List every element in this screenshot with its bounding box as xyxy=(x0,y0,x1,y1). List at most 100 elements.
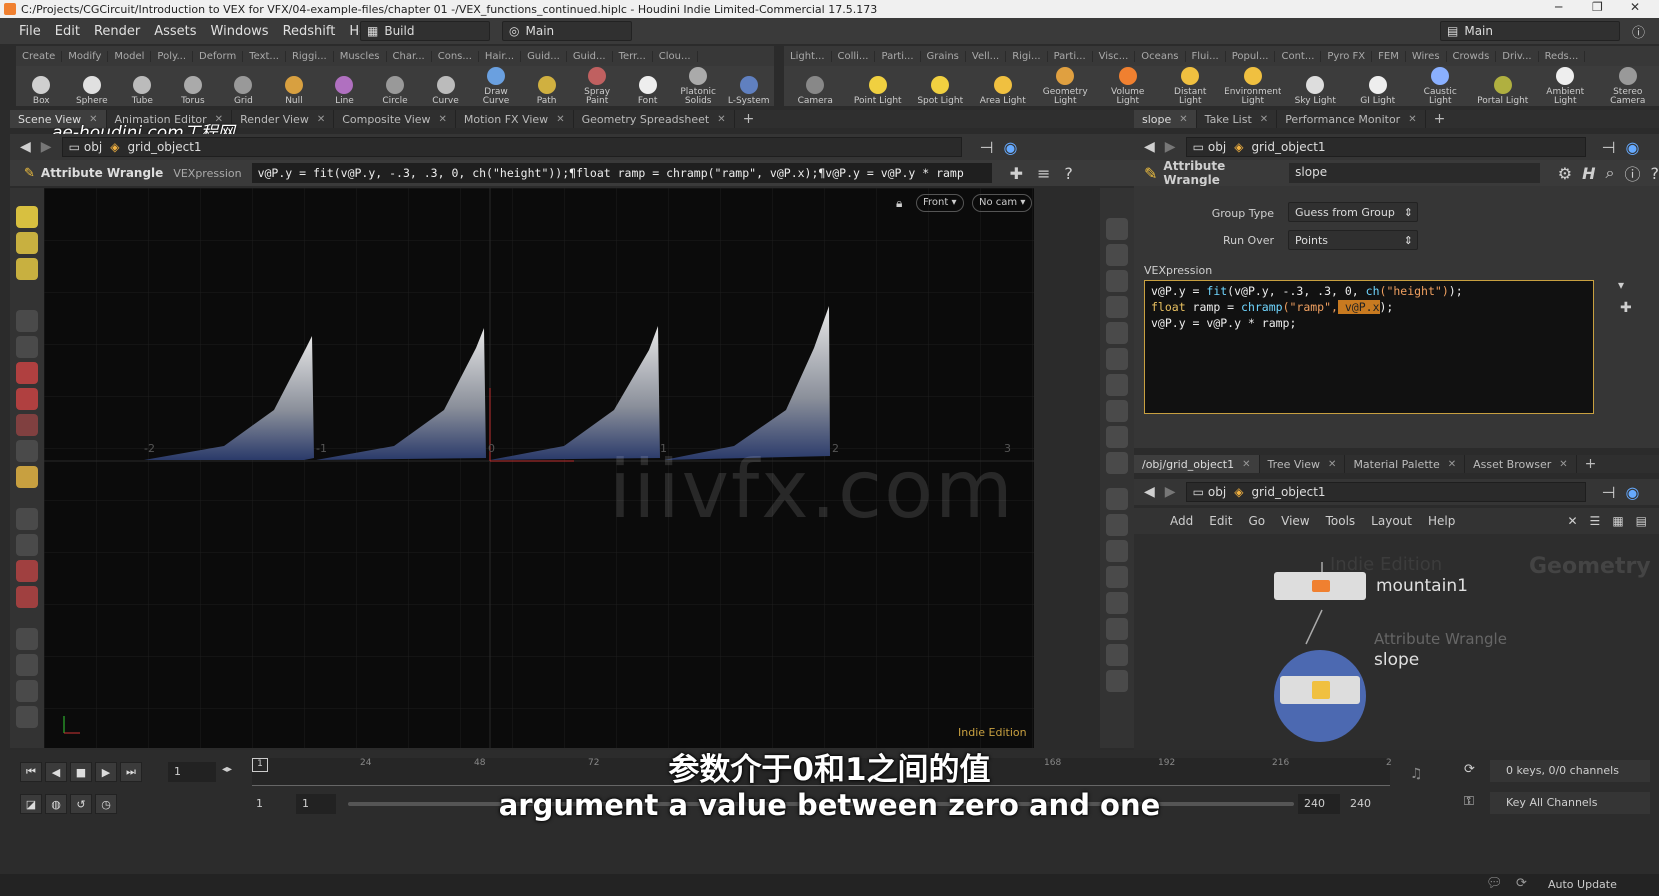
tool-curve[interactable]: Curve xyxy=(424,66,468,106)
tool-l-system[interactable]: L-System xyxy=(727,66,771,106)
tool-gi-light[interactable]: GI Light xyxy=(1350,66,1406,106)
back-arrow-icon[interactable]: ◀ xyxy=(20,139,31,155)
shelf-tab[interactable]: Vell... xyxy=(966,50,1007,62)
pin-icon[interactable]: ⊣ xyxy=(1602,138,1616,157)
menu-edit[interactable]: Edit xyxy=(48,24,87,39)
network-pane-tab[interactable]: /obj/grid_object1 ✕ xyxy=(1134,455,1260,473)
network-pane-tab[interactable]: Material Palette ✕ xyxy=(1345,455,1466,473)
edge-icon[interactable] xyxy=(1106,514,1128,536)
tool-box[interactable]: Box xyxy=(19,66,63,106)
left-pane-tab[interactable]: Motion FX View ✕ xyxy=(456,110,574,128)
desktop-build-select[interactable]: ▦ Build xyxy=(360,21,490,41)
vector-icon[interactable] xyxy=(1106,592,1128,614)
back-arrow-icon[interactable]: ◀ xyxy=(1144,139,1155,155)
tool-font[interactable]: Font xyxy=(626,66,670,106)
tool-sphere[interactable]: Sphere xyxy=(70,66,114,106)
tumble-icon[interactable] xyxy=(16,534,38,556)
back-arrow-icon[interactable]: ◀ xyxy=(1144,484,1155,500)
handle-icon[interactable] xyxy=(16,466,38,488)
param-pane-tab[interactable]: slope ✕ xyxy=(1134,110,1197,128)
view-select[interactable]: Front ▾ xyxy=(916,194,964,212)
network-pane-tab[interactable]: Tree View ✕ xyxy=(1260,455,1346,473)
pin-icon[interactable]: ⊣ xyxy=(1602,483,1616,502)
network-path-node[interactable]: grid_object1 xyxy=(1251,485,1325,499)
shelf-tab[interactable]: Colli... xyxy=(832,50,876,62)
tool-spray-paint[interactable]: Spray Paint xyxy=(575,66,619,106)
desktop-main-right-select[interactable]: ▤ Main xyxy=(1440,21,1620,41)
shelf-tab[interactable]: Flui... xyxy=(1186,50,1226,62)
operator-expression-field[interactable]: v@P.y = fit(v@P.y, -.3, .3, 0, ch("heigh… xyxy=(251,163,992,183)
point-icon[interactable] xyxy=(1106,488,1128,510)
visibility-icon[interactable] xyxy=(1106,296,1128,318)
shelf-tab[interactable]: Create xyxy=(16,50,63,62)
forward-arrow-icon[interactable]: ▶ xyxy=(1165,139,1176,155)
shading-icon[interactable] xyxy=(1106,322,1128,344)
tool-path[interactable]: Path xyxy=(525,66,569,106)
record-icon[interactable] xyxy=(16,706,38,728)
numbers-icon[interactable] xyxy=(1106,540,1128,562)
network-menu-go[interactable]: Go xyxy=(1248,514,1265,528)
pointer-icon[interactable] xyxy=(16,310,38,332)
add-tab-icon[interactable]: + xyxy=(743,111,755,127)
select-icon[interactable] xyxy=(16,206,38,228)
lock-icon[interactable] xyxy=(16,336,38,358)
tool-point-light[interactable]: Point Light xyxy=(850,66,906,106)
shelf-tab[interactable]: Pyro FX xyxy=(1321,50,1373,62)
tool-draw-curve[interactable]: Draw Curve xyxy=(474,66,518,106)
network-pane-tab[interactable]: Asset Browser ✕ xyxy=(1465,455,1577,473)
snap-magnet-icon[interactable] xyxy=(16,586,38,608)
chat-icon[interactable]: 💬︎ xyxy=(1486,876,1503,891)
left-pane-tab[interactable]: Composite View ✕ xyxy=(334,110,456,128)
tool-grid[interactable]: Grid xyxy=(221,66,265,106)
path-obj[interactable]: obj xyxy=(84,140,102,154)
pose-icon[interactable] xyxy=(16,440,38,462)
add-tab-icon[interactable]: + xyxy=(1585,456,1597,472)
close-tab-icon[interactable]: ✕ xyxy=(1260,114,1268,125)
maximize-button[interactable]: ❐ xyxy=(1592,0,1603,14)
pin-icon[interactable]: ⊣ xyxy=(980,138,994,157)
close-button[interactable]: ✕ xyxy=(1630,0,1640,14)
shelf-tab[interactable]: Wires xyxy=(1406,50,1447,62)
search-icon[interactable]: ⌕ xyxy=(1606,163,1615,183)
shelf-tab[interactable]: Crowds xyxy=(1447,50,1497,62)
network-editor[interactable]: Indie Edition Geometry mountain1 Attribu… xyxy=(1134,534,1659,750)
rotate-icon[interactable] xyxy=(16,388,38,410)
shelf-tab[interactable]: Clou... xyxy=(653,50,698,62)
tool-caustic-light[interactable]: Caustic Light xyxy=(1412,66,1468,106)
param-path-obj[interactable]: obj xyxy=(1208,140,1226,154)
node-name-field[interactable]: slope xyxy=(1289,163,1540,183)
snap-icon[interactable]: ✚ xyxy=(1010,164,1023,183)
grid-icon[interactable]: ▦ xyxy=(1612,514,1623,528)
shelf-tab[interactable]: FEM xyxy=(1372,50,1406,62)
path-breadcrumb[interactable]: ▭ obj ◈ grid_object1 xyxy=(61,137,962,157)
shelf-tab[interactable]: Model xyxy=(108,50,152,62)
param-path-node[interactable]: grid_object1 xyxy=(1251,140,1325,154)
menu-windows[interactable]: Windows xyxy=(204,24,276,39)
tool-area-light[interactable]: Area Light xyxy=(975,66,1031,106)
vexpression-editor[interactable]: v@P.y = fit(v@P.y, -.3, .3, 0, ch("heigh… xyxy=(1144,280,1594,414)
close-tab-icon[interactable]: ✕ xyxy=(1408,114,1416,125)
shelf-tab[interactable]: Reds... xyxy=(1539,50,1586,62)
path-node[interactable]: grid_object1 xyxy=(127,140,201,154)
run-over-select[interactable]: Points ⇕ xyxy=(1288,230,1418,250)
shelf-tab[interactable]: Light... xyxy=(784,50,832,62)
close-tab-icon[interactable]: ✕ xyxy=(1559,459,1567,470)
network-menu-add[interactable]: Add xyxy=(1170,514,1193,528)
shelf-tab[interactable]: Riggi... xyxy=(286,50,334,62)
shelf-tab[interactable]: Char... xyxy=(387,50,432,62)
tool-platonic-solids[interactable]: Platonic Solids xyxy=(676,66,720,106)
group-icon[interactable] xyxy=(1106,452,1128,474)
left-pane-tab[interactable]: Render View ✕ xyxy=(232,110,335,128)
tool-camera[interactable]: Camera xyxy=(787,66,843,106)
camera-view-icon[interactable] xyxy=(1106,426,1128,448)
help-icon[interactable]: ? xyxy=(1064,164,1073,183)
tools-icon[interactable]: ✕ xyxy=(1567,514,1577,528)
shelf-tab[interactable]: Grains xyxy=(921,50,966,62)
info-icon[interactable]: ⓘ xyxy=(1624,161,1640,185)
menu-assets[interactable]: Assets xyxy=(147,24,203,39)
ghost-icon[interactable] xyxy=(1106,244,1128,266)
edit-icon[interactable] xyxy=(16,232,38,254)
close-tab-icon[interactable]: ✕ xyxy=(1179,114,1187,125)
node-mountain1[interactable] xyxy=(1274,572,1366,600)
network-menu-view[interactable]: View xyxy=(1281,514,1309,528)
